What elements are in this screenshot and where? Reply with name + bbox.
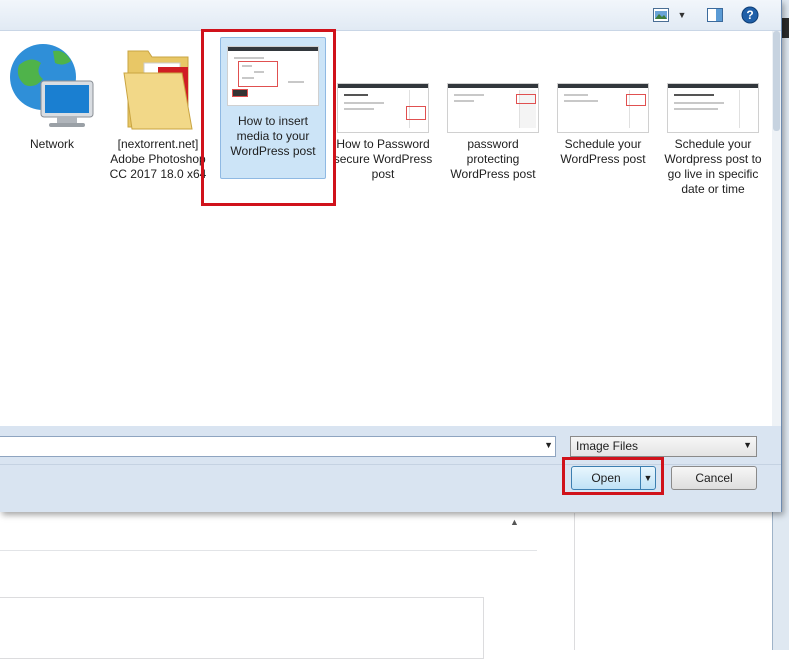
network-icon (0, 37, 106, 133)
file-item-label: Network (30, 137, 75, 151)
svg-text:?: ? (746, 8, 753, 22)
file-item-image[interactable]: Schedule your WordPress post (550, 37, 656, 167)
file-item-label: [nextorrent.net] Adobe Photoshop CC 2017… (109, 137, 207, 181)
file-list[interactable]: Network [nextorrent.net] Adobe Photoshop… (0, 31, 772, 426)
image-thumbnail (440, 37, 546, 133)
background-column-divider (574, 513, 575, 650)
preview-pane-icon[interactable] (706, 6, 724, 24)
image-thumbnail (330, 37, 436, 133)
filetype-value: Image Files (576, 439, 639, 453)
filetype-select[interactable]: Image Files ▼ (570, 436, 757, 457)
views-icon[interactable] (652, 6, 670, 24)
filename-input[interactable]: ▼ (0, 436, 556, 457)
file-item-folder[interactable]: [nextorrent.net] Adobe Photoshop CC 2017… (108, 37, 208, 182)
help-icon[interactable]: ? (740, 6, 760, 24)
file-item-label: password protecting WordPress post (450, 137, 536, 181)
open-file-dialog: ▼ ? Network [nextorrent.net] Adobe Photo… (0, 0, 782, 512)
file-item-label: Schedule your Wordpress post to go live … (664, 137, 762, 196)
file-list-scrollbar[interactable] (772, 31, 781, 426)
highlight-box-selected-file (201, 29, 336, 206)
folder-icon (108, 37, 208, 133)
highlight-box-open-button (562, 457, 664, 495)
image-thumbnail (660, 37, 766, 133)
file-item-label: How to Password secure WordPress post (333, 137, 433, 181)
file-item-network[interactable]: Network (0, 37, 106, 152)
chevron-down-icon[interactable]: ▼ (544, 440, 553, 450)
file-item-label: Schedule your WordPress post (560, 137, 646, 166)
background-dark-tab (782, 18, 789, 38)
file-item-image[interactable]: password protecting WordPress post (440, 37, 546, 182)
image-thumbnail (550, 37, 656, 133)
dialog-toolbar: ▼ ? (0, 0, 781, 31)
file-item-image[interactable]: How to Password secure WordPress post (330, 37, 436, 182)
background-divider (0, 550, 537, 551)
file-item-image[interactable]: Schedule your Wordpress post to go live … (660, 37, 766, 197)
scrollbar-thumb[interactable] (773, 31, 780, 131)
background-scroll-up-icon[interactable]: ▲ (510, 517, 519, 527)
chevron-down-icon[interactable]: ▼ (743, 440, 752, 450)
cancel-button[interactable]: Cancel (671, 466, 757, 490)
views-dropdown-icon[interactable]: ▼ (676, 6, 688, 24)
